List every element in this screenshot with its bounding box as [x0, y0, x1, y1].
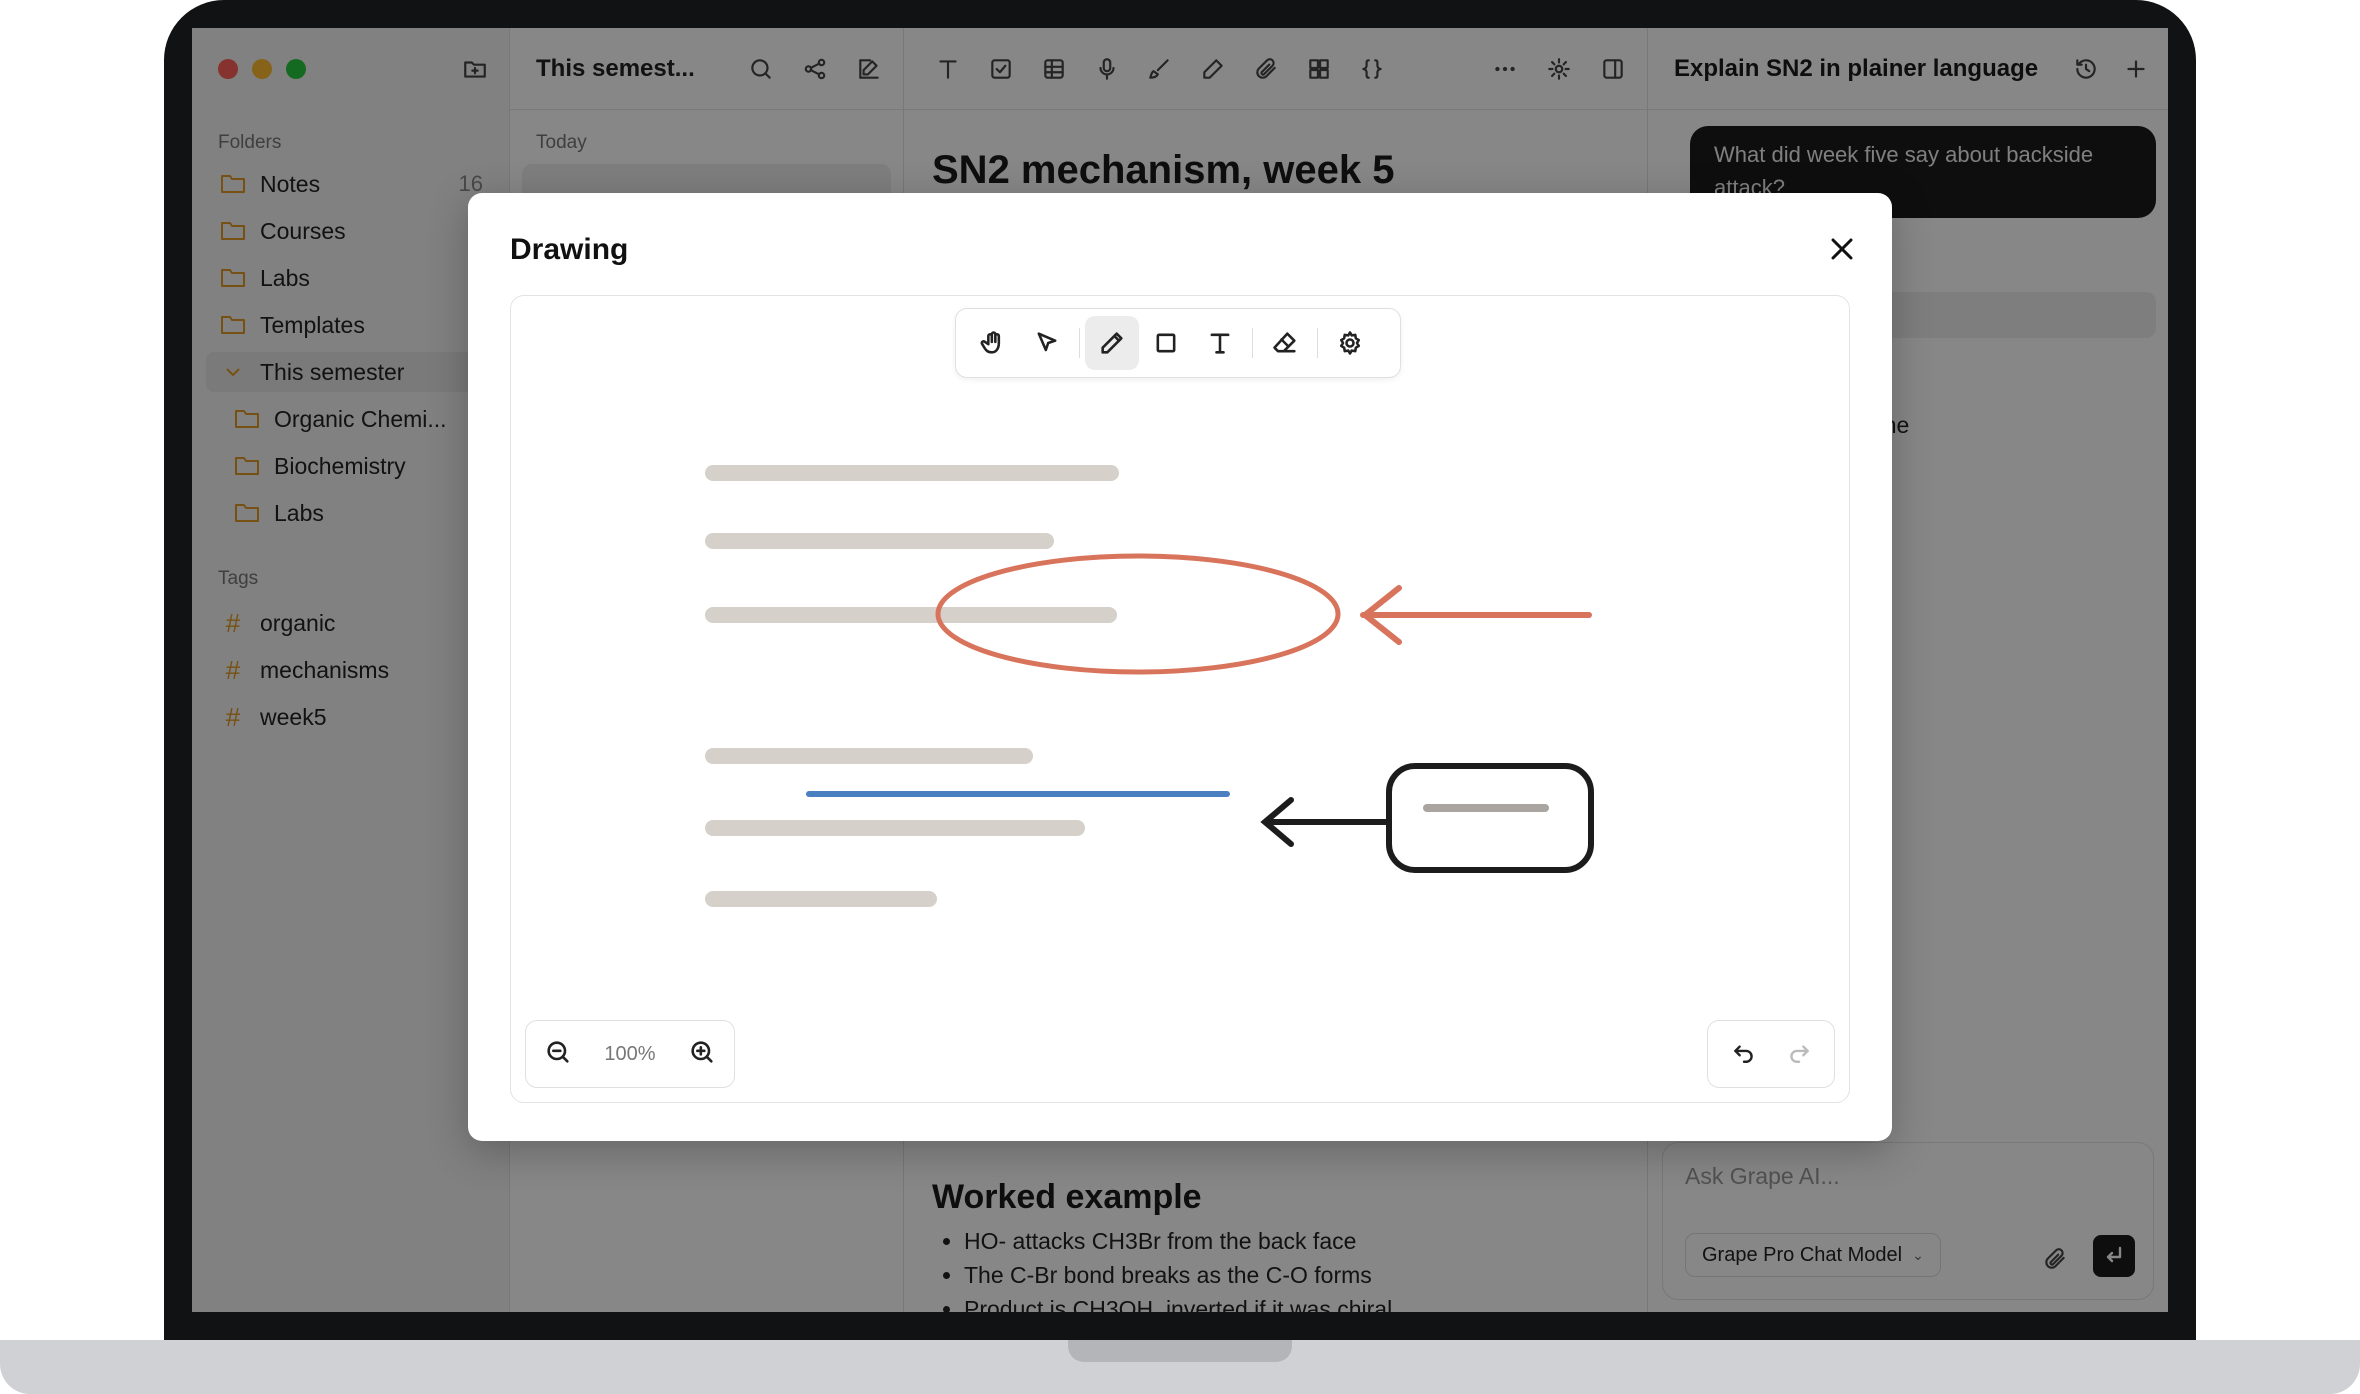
black-arrow-annotation — [1260, 797, 1392, 847]
toolbar-divider — [1252, 328, 1253, 358]
drawing-canvas[interactable]: 100% — [510, 295, 1850, 1103]
pencil-icon[interactable] — [1085, 316, 1139, 370]
laptop-notch — [1068, 1340, 1292, 1362]
red-arrow-annotation — [1360, 585, 1592, 645]
zoom-controls: 100% — [525, 1020, 735, 1088]
eraser-icon[interactable] — [1258, 316, 1312, 370]
drawing-content — [705, 465, 1594, 907]
redo-icon[interactable] — [1786, 1039, 1812, 1070]
history-controls — [1707, 1020, 1835, 1088]
drawing-toolbar — [955, 308, 1401, 378]
zoom-in-icon[interactable] — [688, 1038, 716, 1071]
settings-gear-icon[interactable] — [1323, 316, 1377, 370]
zoom-level: 100% — [604, 1042, 656, 1065]
select-arrow-icon[interactable] — [1020, 316, 1074, 370]
drawing-modal: Drawing 100% — [468, 193, 1892, 1141]
zoom-out-icon[interactable] — [544, 1038, 572, 1071]
text-tool-icon[interactable] — [1193, 316, 1247, 370]
close-icon[interactable] — [1822, 229, 1862, 269]
rectangle-icon[interactable] — [1139, 316, 1193, 370]
hand-icon[interactable] — [966, 316, 1020, 370]
text-placeholder-lines — [705, 465, 1119, 907]
toolbar-divider — [1079, 328, 1080, 358]
app-window: Folders Notes 16 Courses Labs Templates … — [192, 28, 2168, 1312]
toolbar-divider — [1317, 328, 1318, 358]
undo-icon[interactable] — [1731, 1039, 1757, 1070]
black-box-annotation — [1386, 763, 1594, 873]
modal-title: Drawing — [510, 233, 629, 266]
